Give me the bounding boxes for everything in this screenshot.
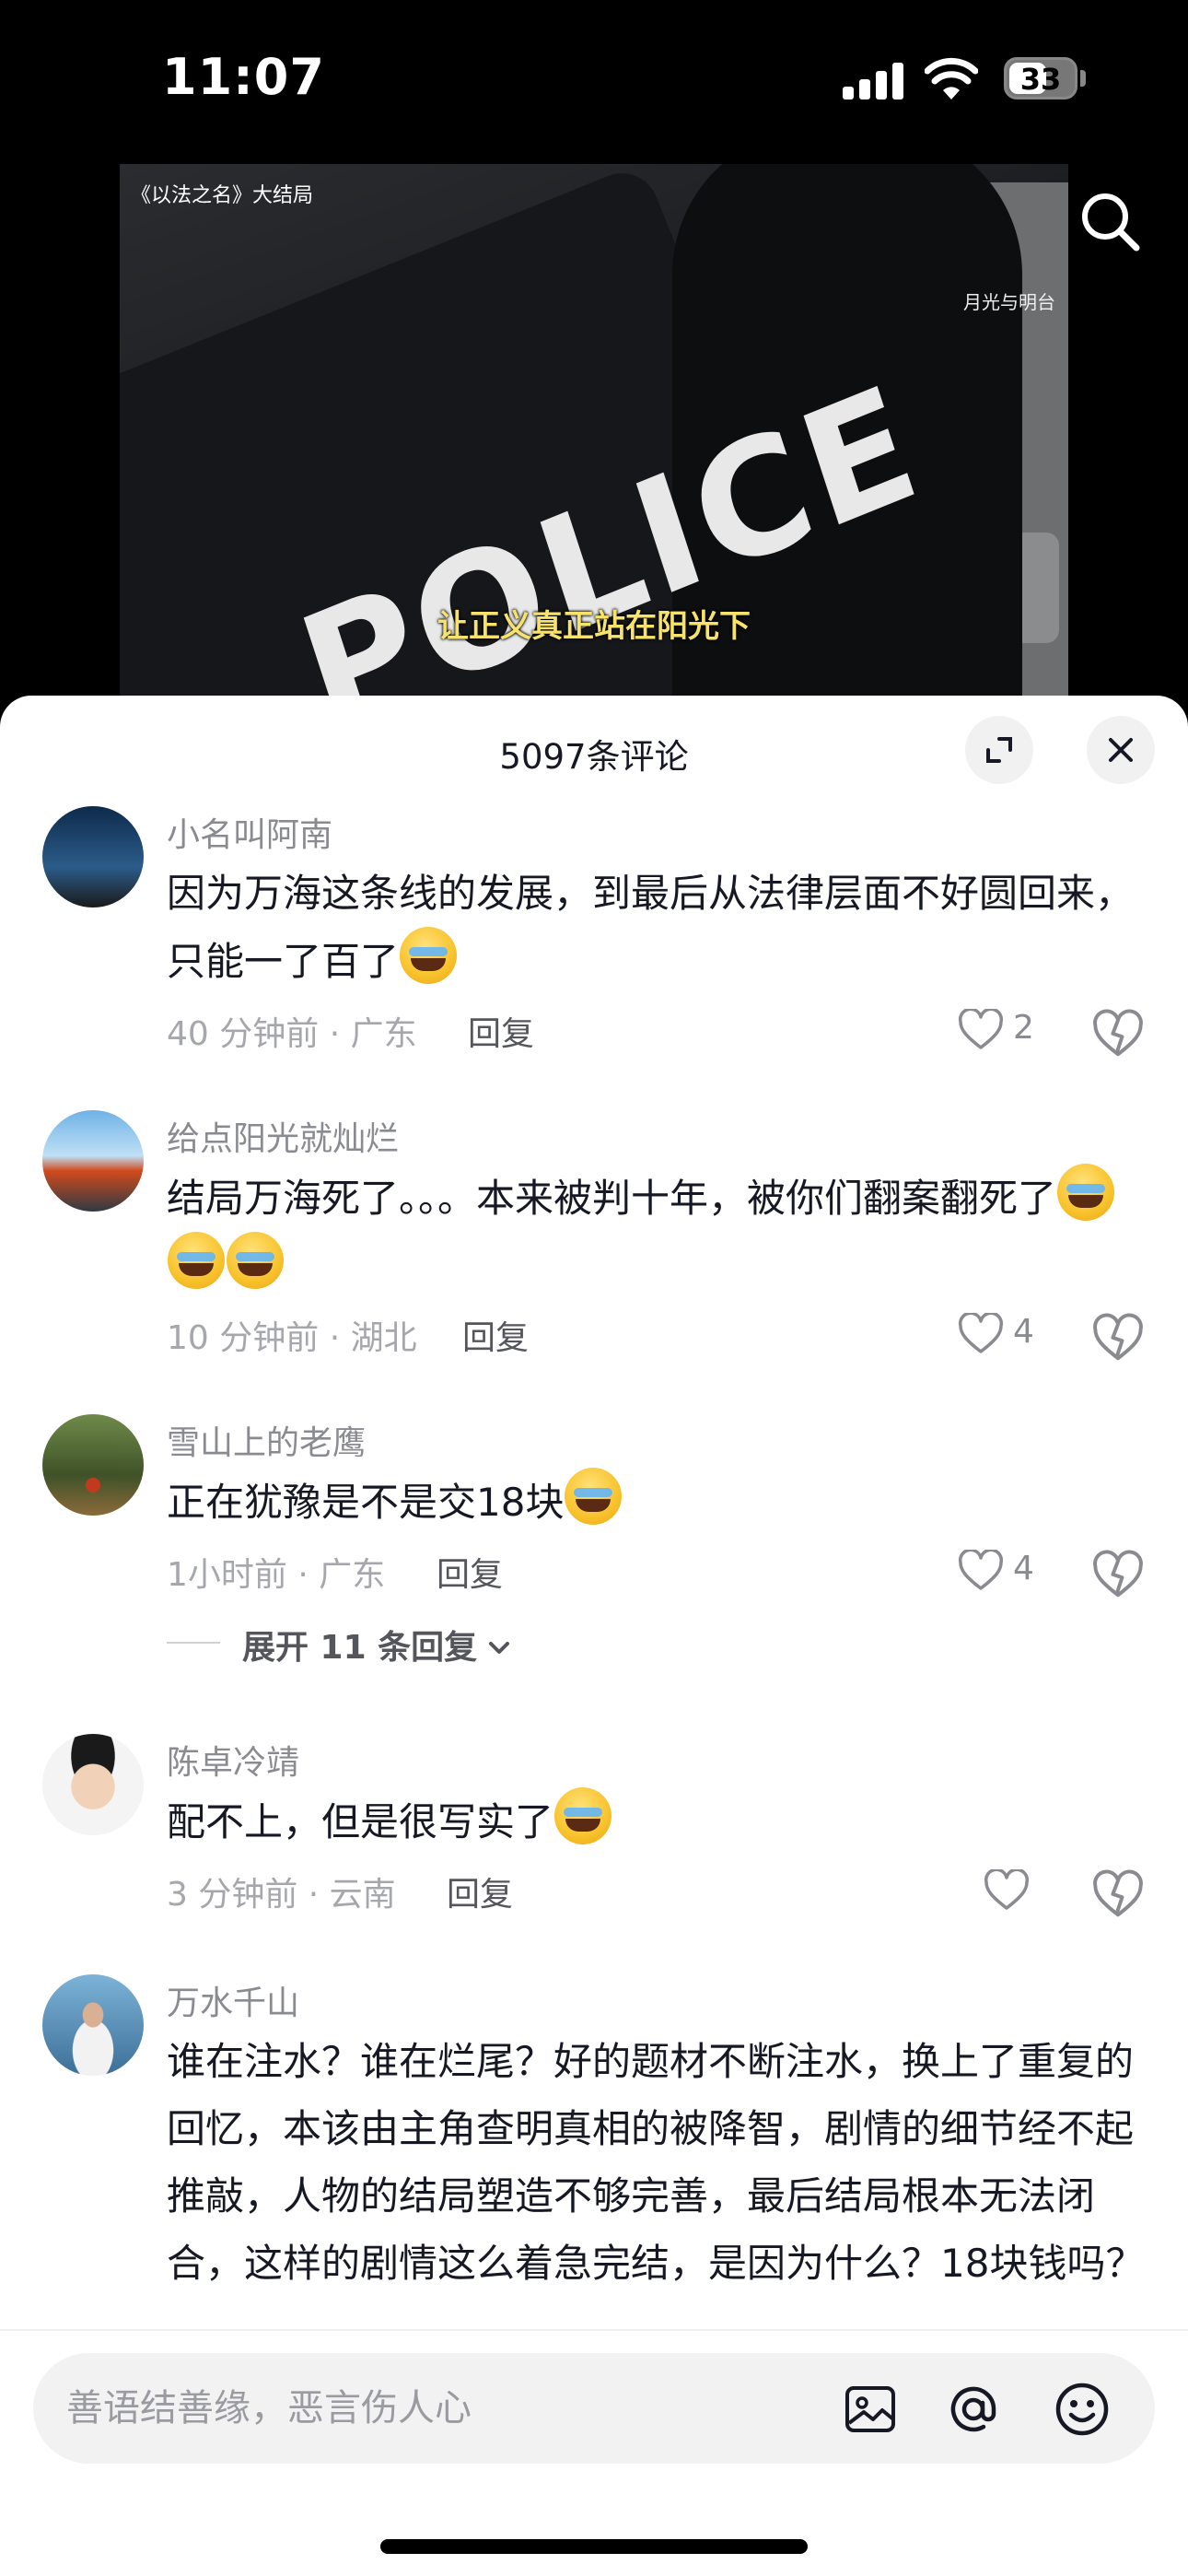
comment-meta: 3 分钟前 · 云南	[167, 1876, 396, 1914]
comment-username[interactable]: 陈卓冷靖	[167, 1736, 299, 1784]
avatar[interactable]	[42, 1974, 144, 2076]
battery-percent: 33	[1019, 62, 1062, 97]
emoji-icon[interactable]	[1054, 2381, 1111, 2438]
cellular-signal-icon	[843, 63, 903, 100]
image-icon[interactable]	[842, 2381, 899, 2438]
heart-icon	[984, 1869, 1030, 1910]
laughing-crying-emoji-icon	[400, 927, 458, 984]
crying-emoji-icon	[227, 1232, 284, 1289]
reply-button[interactable]: 回复	[437, 1548, 503, 1596]
heart-icon	[958, 1550, 1004, 1590]
comment-meta: 10 分钟前 · 湖北	[167, 1319, 417, 1357]
expand-replies-button[interactable]: 展开 11 条回复	[242, 1621, 513, 1667]
battery-icon: 33	[1004, 57, 1077, 100]
comment-text: 谁在注水？谁在烂尾？好的题材不断注水，换上了重复的回忆，本该由主角查明真相的被降…	[167, 2039, 1145, 2286]
comment-username[interactable]: 雪山上的老鹰	[167, 1416, 366, 1464]
like-button[interactable]: 4	[958, 1544, 1068, 1599]
comment-input-bar[interactable]	[33, 2353, 1155, 2464]
like-count: 2	[1013, 1009, 1034, 1047]
expand-icon	[986, 737, 1012, 763]
video-watermark: 月光与明台	[963, 291, 1055, 313]
comment-username[interactable]: 小名叫阿南	[167, 808, 332, 856]
expand-divider	[167, 1642, 220, 1644]
close-icon	[1109, 738, 1133, 762]
video-subtitle: 让正义真正站在阳光下	[437, 608, 751, 645]
like-count: 4	[1013, 1313, 1034, 1351]
avatar[interactable]	[42, 1734, 144, 1835]
heart-icon	[958, 1009, 1004, 1049]
avatar[interactable]	[42, 1110, 144, 1212]
like-button[interactable]: 4	[958, 1307, 1068, 1363]
crying-emoji-icon	[1057, 1164, 1115, 1221]
wifi-icon	[925, 57, 978, 100]
mention-icon[interactable]	[945, 2381, 1002, 2438]
comment-meta: 1小时前 · 广东	[167, 1556, 386, 1594]
like-button[interactable]	[984, 1864, 1094, 1919]
comment-text: 正在犹豫是不是交18块	[167, 1468, 1152, 1536]
video-player[interactable]: POLICE 《以法之名》大结局 月光与明台 让正义真正站在阳光下	[120, 164, 1068, 696]
chevron-down-icon	[489, 1642, 510, 1654]
expand-replies-label: 展开 11 条回复	[242, 1629, 478, 1667]
comment-username[interactable]: 万水千山	[167, 1976, 299, 2024]
expand-button[interactable]	[965, 716, 1033, 784]
comments-header: 5097条评论	[0, 696, 1188, 806]
avatar[interactable]	[42, 806, 144, 907]
reply-button[interactable]: 回复	[462, 1311, 529, 1359]
comment-input-area	[0, 2329, 1188, 2576]
comment-text: 配不上，但是很写实了	[167, 1787, 1152, 1856]
comment-meta: 40 分钟前 · 广东	[167, 1015, 417, 1053]
dislike-icon[interactable]	[1092, 1009, 1144, 1060]
like-button[interactable]: 2	[958, 1003, 1068, 1059]
comment-text: 结局万海死了。。。本来被判十年，被你们翻案翻死了	[167, 1164, 1152, 1300]
close-button[interactable]	[1087, 716, 1155, 784]
dislike-icon[interactable]	[1092, 1313, 1144, 1364]
like-count: 4	[1013, 1550, 1034, 1587]
reply-button[interactable]: 回复	[468, 1007, 534, 1055]
dislike-icon[interactable]	[1092, 1869, 1144, 1921]
home-indicator[interactable]	[380, 2539, 808, 2554]
status-time: 11:07	[162, 48, 325, 106]
grinning-sweat-emoji-icon	[554, 1787, 612, 1844]
reply-button[interactable]: 回复	[447, 1868, 513, 1915]
dislike-icon[interactable]	[1092, 1550, 1144, 1601]
comment-text: 因为万海这条线的发展，到最后从法律层面不好圆回来，只能一了百了	[167, 871, 1135, 984]
status-bar: 11:07 33	[0, 0, 1188, 157]
comments-sheet: 5097条评论 小名叫阿南 因为万海这条线的发展，到最后从法律层面不好圆回来，只…	[0, 696, 1188, 2576]
crying-emoji-icon	[168, 1232, 225, 1289]
avatar[interactable]	[42, 1414, 144, 1516]
heart-icon	[958, 1313, 1004, 1353]
video-title: 《以法之名》大结局	[131, 184, 314, 207]
crying-emoji-icon	[565, 1468, 623, 1525]
comment-username[interactable]: 给点阳光就灿烂	[167, 1112, 399, 1160]
search-icon[interactable]	[1077, 189, 1142, 253]
comment-input[interactable]	[66, 2381, 821, 2436]
